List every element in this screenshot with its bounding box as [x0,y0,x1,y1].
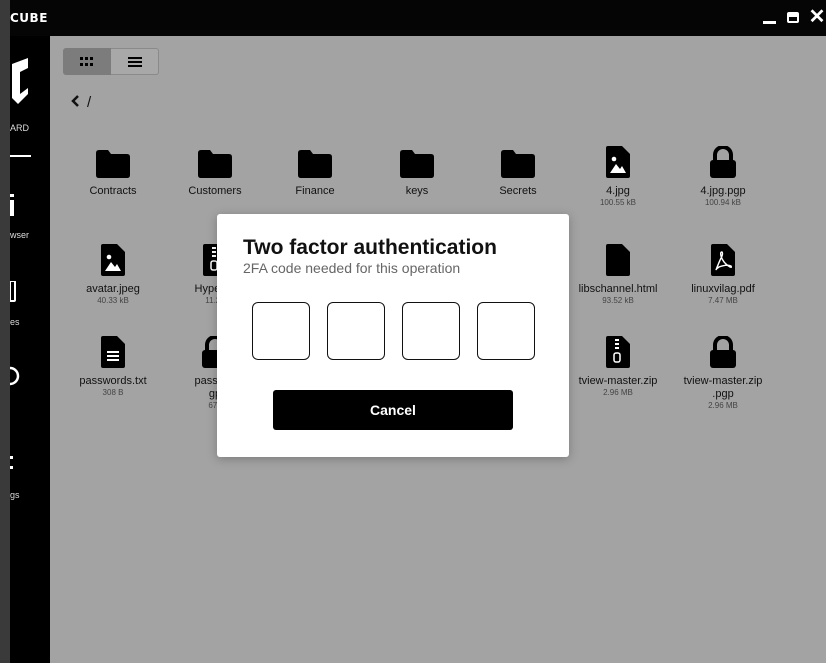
app-title: CUBE [10,11,48,25]
file-item-avatar-jpeg[interactable]: avatar.jpeg 40.33 kB [63,242,163,306]
file-name: Customers [188,185,242,197]
dashboard-cube-icon [12,58,28,104]
zip-file-icon [606,336,630,368]
file-item-passwords-txt[interactable]: passwords.txt 308 B [63,334,163,398]
maximize-button[interactable] [784,8,802,26]
minimize-icon [762,20,776,24]
file-size: 7.47 MB [708,296,738,305]
file-name: keys [405,185,429,197]
folder-icon [400,150,434,178]
breadcrumb-path: / [87,94,92,111]
dialog-title: Two factor authentication [243,236,497,259]
file-size: 100.94 kB [704,198,742,207]
grid-icon [80,56,93,66]
cancel-button[interactable]: Cancel [273,390,513,430]
file-item-tview-master-zip[interactable]: tview-master.zip 2.96 MB [568,334,668,398]
sidebar: ARD wser es gs [10,36,50,663]
folder-icon [501,150,535,178]
sidebar-item-files[interactable]: es [10,281,50,331]
file-size: 308 B [102,388,124,397]
file-item-linuxvilag-pdf[interactable]: linuxvilag.pdf 7.47 MB [673,242,773,306]
file-name: avatar.jpeg [86,283,140,295]
file-name: tview-master.zip [683,375,763,387]
list-icon [127,56,142,67]
menu-line-icon [10,155,31,157]
file-item-4-jpg[interactable]: 4.jpg 100.55 kB [568,144,668,208]
file-name: Contracts [89,185,137,197]
sidebar-item-browser[interactable]: wser [10,194,50,244]
file-item-tview-master-zip-pgp[interactable]: tview-master.zip .pgp 2.96 MB [673,334,773,411]
file-item-libschannel-html[interactable]: libschannel.html 93.52 kB [568,242,668,306]
maximize-icon [787,11,799,23]
circle-icon [10,366,20,386]
file-size: 2.96 MB [708,401,738,410]
browser-icon [10,194,14,216]
sidebar-item-label: wser [10,230,30,240]
pdf-file-icon [711,244,735,276]
files-icon [10,281,16,302]
file-size: 2.96 MB [603,388,633,397]
sidebar-divider [10,155,50,159]
image-file-icon [606,146,630,178]
file-name-line2: .pgp [712,388,734,400]
sidebar-item-label: es [10,317,20,327]
file-name: 4.jpg.pgp [700,185,746,197]
file-name: libschannel.html [578,283,658,295]
file-icon [606,244,630,276]
folder-icon [198,150,232,178]
file-name: passwords.txt [79,375,147,387]
code-digit-4[interactable] [477,302,535,360]
window-edge [0,0,10,663]
chevron-left-icon[interactable] [71,94,79,111]
grid-view-button[interactable] [63,48,111,75]
image-file-icon [101,244,125,276]
title-bar: CUBE ✕ [10,0,826,36]
folder-icon [96,150,130,178]
sidebar-item-settings[interactable]: gs [10,454,50,504]
file-name: tview-master.zip [578,375,658,387]
file-size: 40.33 kB [97,296,129,305]
sidebar-item-circle[interactable] [10,366,50,392]
file-item-secrets[interactable]: Secrets [468,144,568,198]
code-input-group [252,302,535,360]
close-icon: ✕ [808,6,826,28]
file-name: 4.jpg [606,185,630,197]
file-item-finance[interactable]: Finance [265,144,365,198]
folder-icon [298,150,332,178]
sidebar-item-label: gs [10,490,20,500]
settings-icon [10,456,13,469]
view-mode-toggle [63,48,160,75]
sidebar-item-label: ARD [10,123,30,133]
code-digit-1[interactable] [252,302,310,360]
lock-icon [710,336,736,368]
file-item-4-jpg-pgp[interactable]: 4.jpg.pgp 100.94 kB [673,144,773,208]
lock-icon [710,146,736,178]
file-name: Finance [295,185,335,197]
dialog-subtitle: 2FA code needed for this operation [243,260,461,276]
minimize-button[interactable] [760,8,778,26]
file-size: 100.55 kB [599,198,637,207]
file-name: Secrets [499,185,537,197]
file-size: 93.52 kB [602,296,634,305]
code-digit-3[interactable] [402,302,460,360]
file-item-keys[interactable]: keys [367,144,467,198]
sidebar-item-dashboard[interactable]: ARD [10,56,50,156]
file-item-customers[interactable]: Customers [165,144,265,198]
two-factor-dialog: Two factor authentication 2FA code neede… [217,214,569,457]
text-file-icon [101,336,125,368]
breadcrumb: / [71,94,91,111]
list-view-button[interactable] [111,48,159,75]
file-name: linuxvilag.pdf [691,283,755,295]
close-button[interactable]: ✕ [808,6,826,28]
file-item-contracts[interactable]: Contracts [63,144,163,198]
window-controls: ✕ [760,6,826,28]
code-digit-2[interactable] [327,302,385,360]
